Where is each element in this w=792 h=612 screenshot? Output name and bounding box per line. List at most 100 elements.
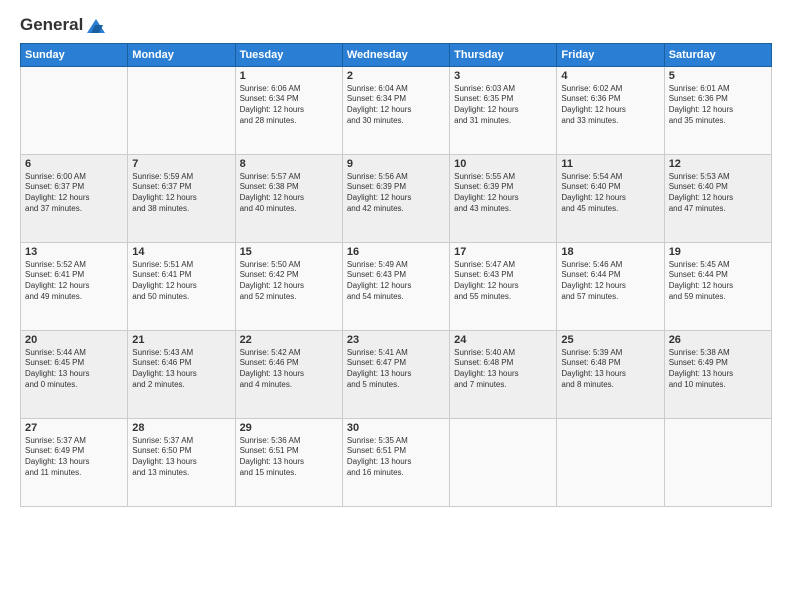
calendar-cell: 26 Sunrise: 5:38 AM Sunset: 6:49 PM Dayli… [664,330,771,418]
calendar-cell: 15 Sunrise: 5:50 AM Sunset: 6:42 PM Dayli… [235,242,342,330]
day-number: 26 [669,334,767,346]
day-info: Sunrise: 6:02 AM Sunset: 6:36 PM Dayligh… [561,84,659,127]
calendar-cell: 18 Sunrise: 5:46 AM Sunset: 6:44 PM Dayli… [557,242,664,330]
calendar-cell: 6 Sunrise: 6:00 AM Sunset: 6:37 PM Daylig… [21,154,128,242]
calendar-cell: 19Sunrise: 5:45 AM Sunset: 6:44 PM Dayli… [664,242,771,330]
weekday-header-friday: Friday [557,43,664,66]
day-info: Sunrise: 5:41 AM Sunset: 6:47 PM Dayligh… [347,348,445,391]
day-info: Sunrise: 5:50 AM Sunset: 6:42 PM Dayligh… [240,260,338,303]
day-number: 23 [347,334,445,346]
day-number: 13 [25,246,123,258]
day-number: 11 [561,158,659,170]
day-number: 18 [561,246,659,258]
calendar-week-4: 20 Sunrise: 5:44 AM Sunset: 6:45 PM Dayli… [21,330,772,418]
calendar-cell: 17 Sunrise: 5:47 AM Sunset: 6:43 PM Dayli… [450,242,557,330]
logo-icon [85,17,107,35]
calendar-cell: 4 Sunrise: 6:02 AM Sunset: 6:36 PM Daylig… [557,66,664,154]
calendar-week-3: 13 Sunrise: 5:52 AM Sunset: 6:41 PM Dayli… [21,242,772,330]
calendar-cell: 24 Sunrise: 5:40 AM Sunset: 6:48 PM Dayli… [450,330,557,418]
calendar-cell: 9 Sunrise: 5:56 AM Sunset: 6:39 PM Daylig… [342,154,449,242]
day-info: Sunrise: 5:53 AM Sunset: 6:40 PM Dayligh… [669,172,767,215]
day-number: 27 [25,422,123,434]
calendar-cell: 10 Sunrise: 5:55 AM Sunset: 6:39 PM Dayli… [450,154,557,242]
day-number: 10 [454,158,552,170]
day-info: Sunrise: 5:56 AM Sunset: 6:39 PM Dayligh… [347,172,445,215]
day-info: Sunrise: 6:00 AM Sunset: 6:37 PM Dayligh… [25,172,123,215]
calendar-cell: 27 Sunrise: 5:37 AM Sunset: 6:49 PM Dayli… [21,418,128,506]
calendar-cell [21,66,128,154]
day-number: 4 [561,70,659,82]
day-info: Sunrise: 5:45 AM Sunset: 6:44 PM Dayligh… [669,260,767,303]
day-number: 14 [132,246,230,258]
calendar-cell: 29 Sunrise: 5:36 AM Sunset: 6:51 PM Dayli… [235,418,342,506]
weekday-header-saturday: Saturday [664,43,771,66]
weekday-header-row: SundayMondayTuesdayWednesdayThursdayFrid… [21,43,772,66]
day-info: Sunrise: 5:54 AM Sunset: 6:40 PM Dayligh… [561,172,659,215]
day-info: Sunrise: 5:42 AM Sunset: 6:46 PM Dayligh… [240,348,338,391]
day-number: 8 [240,158,338,170]
header: General [20,16,772,33]
calendar-week-5: 27 Sunrise: 5:37 AM Sunset: 6:49 PM Dayli… [21,418,772,506]
day-number: 16 [347,246,445,258]
day-number: 7 [132,158,230,170]
day-info: Sunrise: 6:01 AM Sunset: 6:36 PM Dayligh… [669,84,767,127]
day-number: 30 [347,422,445,434]
calendar-cell [450,418,557,506]
day-info: Sunrise: 5:55 AM Sunset: 6:39 PM Dayligh… [454,172,552,215]
day-info: Sunrise: 5:44 AM Sunset: 6:45 PM Dayligh… [25,348,123,391]
day-number: 3 [454,70,552,82]
calendar-cell: 28 Sunrise: 5:37 AM Sunset: 6:50 PM Dayli… [128,418,235,506]
day-info: Sunrise: 5:35 AM Sunset: 6:51 PM Dayligh… [347,436,445,479]
day-info: Sunrise: 6:04 AM Sunset: 6:34 PM Dayligh… [347,84,445,127]
day-info: Sunrise: 5:51 AM Sunset: 6:41 PM Dayligh… [132,260,230,303]
day-number: 1 [240,70,338,82]
day-info: Sunrise: 5:52 AM Sunset: 6:41 PM Dayligh… [25,260,123,303]
calendar-cell: 12Sunrise: 5:53 AM Sunset: 6:40 PM Dayli… [664,154,771,242]
calendar-week-2: 6 Sunrise: 6:00 AM Sunset: 6:37 PM Daylig… [21,154,772,242]
calendar-week-1: 1 Sunrise: 6:06 AM Sunset: 6:34 PM Daylig… [21,66,772,154]
day-info: Sunrise: 5:46 AM Sunset: 6:44 PM Dayligh… [561,260,659,303]
calendar-cell: 8 Sunrise: 5:57 AM Sunset: 6:38 PM Daylig… [235,154,342,242]
weekday-header-sunday: Sunday [21,43,128,66]
day-info: Sunrise: 5:59 AM Sunset: 6:37 PM Dayligh… [132,172,230,215]
calendar-cell: 25Sunrise: 5:39 AM Sunset: 6:48 PM Dayli… [557,330,664,418]
day-number: 15 [240,246,338,258]
day-number: 22 [240,334,338,346]
day-number: 29 [240,422,338,434]
day-info: Sunrise: 5:40 AM Sunset: 6:48 PM Dayligh… [454,348,552,391]
day-number: 9 [347,158,445,170]
day-info: Sunrise: 5:38 AM Sunset: 6:49 PM Dayligh… [669,348,767,391]
day-number: 24 [454,334,552,346]
calendar-cell: 20 Sunrise: 5:44 AM Sunset: 6:45 PM Dayli… [21,330,128,418]
calendar-cell [664,418,771,506]
calendar-cell [128,66,235,154]
day-number: 20 [25,334,123,346]
calendar-cell: 13 Sunrise: 5:52 AM Sunset: 6:41 PM Dayli… [21,242,128,330]
day-number: 6 [25,158,123,170]
calendar-cell: 23 Sunrise: 5:41 AM Sunset: 6:47 PM Dayli… [342,330,449,418]
calendar-cell: 21Sunrise: 5:43 AM Sunset: 6:46 PM Dayli… [128,330,235,418]
day-info: Sunrise: 6:06 AM Sunset: 6:34 PM Dayligh… [240,84,338,127]
weekday-header-thursday: Thursday [450,43,557,66]
calendar-cell: 22 Sunrise: 5:42 AM Sunset: 6:46 PM Dayli… [235,330,342,418]
page: General SundayMondayTuesdayWednesdayThur… [0,0,792,612]
calendar-cell: 14 Sunrise: 5:51 AM Sunset: 6:41 PM Dayli… [128,242,235,330]
day-number: 17 [454,246,552,258]
day-info: Sunrise: 5:47 AM Sunset: 6:43 PM Dayligh… [454,260,552,303]
day-info: Sunrise: 5:57 AM Sunset: 6:38 PM Dayligh… [240,172,338,215]
logo-general: General [20,16,107,35]
logo: General [20,16,107,33]
day-number: 28 [132,422,230,434]
day-info: Sunrise: 6:03 AM Sunset: 6:35 PM Dayligh… [454,84,552,127]
calendar-cell: 16Sunrise: 5:49 AM Sunset: 6:43 PM Dayli… [342,242,449,330]
day-info: Sunrise: 5:39 AM Sunset: 6:48 PM Dayligh… [561,348,659,391]
weekday-header-wednesday: Wednesday [342,43,449,66]
day-info: Sunrise: 5:37 AM Sunset: 6:49 PM Dayligh… [25,436,123,479]
calendar-cell: 3 Sunrise: 6:03 AM Sunset: 6:35 PM Daylig… [450,66,557,154]
day-number: 21 [132,334,230,346]
calendar-cell: 2 Sunrise: 6:04 AM Sunset: 6:34 PM Daylig… [342,66,449,154]
day-info: Sunrise: 5:37 AM Sunset: 6:50 PM Dayligh… [132,436,230,479]
calendar-cell: 1 Sunrise: 6:06 AM Sunset: 6:34 PM Daylig… [235,66,342,154]
day-info: Sunrise: 5:36 AM Sunset: 6:51 PM Dayligh… [240,436,338,479]
day-number: 2 [347,70,445,82]
